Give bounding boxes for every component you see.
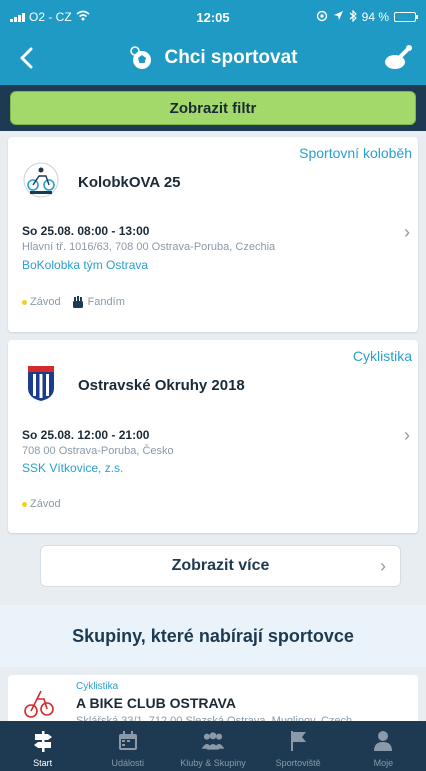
battery-percent: 94 % <box>361 10 389 24</box>
signpost-icon <box>30 728 56 754</box>
group-name: A BIKE CLUB OSTRAVA <box>76 695 236 711</box>
yellow-dot-icon <box>22 501 27 507</box>
event-title: Ostravské Okruhy 2018 <box>78 377 245 394</box>
status-bar: O2 - CZ 12:05 94 % <box>0 0 426 34</box>
kolobkova-logo-icon <box>23 162 59 198</box>
app-header: O2 - CZ 12:05 94 % Chci sportovat <box>0 0 426 85</box>
tag-cheer: Fandím <box>71 295 125 309</box>
group-category: Cyklistika <box>76 681 119 692</box>
signal-icon <box>10 12 25 22</box>
sports-icon <box>130 46 152 69</box>
event-organizer-link[interactable]: SSK Vítkovice, z.s. <box>22 461 123 475</box>
calendar-icon <box>115 728 141 754</box>
status-left: O2 - CZ <box>10 10 90 24</box>
event-title: KolobkOVA 25 <box>78 174 181 191</box>
flag-icon <box>285 728 311 754</box>
location-icon <box>333 10 344 24</box>
event-address: Hlavní tř. 1016/63, 708 00 Ostrava-Porub… <box>22 241 276 253</box>
wifi-icon <box>76 10 90 24</box>
event-tags: Závod Fandím <box>22 295 125 309</box>
chevron-right-icon: › <box>380 556 386 576</box>
show-more-label: Zobrazit více <box>171 557 270 574</box>
group-card[interactable]: Cyklistika A BIKE CLUB OSTRAVA Sklářská … <box>8 675 418 727</box>
section-title: Skupiny, které nabírají sportovce <box>72 625 354 646</box>
chevron-left-icon <box>20 47 33 69</box>
tab-venues[interactable]: Sportoviště <box>256 721 341 771</box>
tab-label: Události <box>111 758 145 768</box>
tag-label: Fandím <box>87 296 125 308</box>
back-button[interactable] <box>10 42 42 74</box>
status-right: 94 % <box>316 9 418 25</box>
tag-label: Závod <box>30 498 61 510</box>
tab-start[interactable]: Start <box>0 721 85 771</box>
battery-icon <box>394 12 418 22</box>
event-tags: Závod <box>22 498 61 510</box>
bike-club-logo-icon <box>24 690 54 718</box>
tag-race: Závod <box>22 296 61 308</box>
person-icon <box>370 728 396 754</box>
tab-mine[interactable]: Moje <box>341 721 426 771</box>
tag-label: Závod <box>30 296 61 308</box>
event-date: So 25.08. 08:00 - 13:00 <box>22 224 150 238</box>
carrier-label: O2 - CZ <box>29 10 72 24</box>
people-icon <box>200 728 226 754</box>
tab-label: Moje <box>373 758 394 768</box>
groups-section-header: Skupiny, které nabírají sportovce <box>0 605 426 667</box>
tab-events[interactable]: Události <box>85 721 170 771</box>
bluetooth-icon <box>349 9 357 25</box>
ssk-vitkovice-logo-icon <box>28 366 54 401</box>
tab-label: Start <box>33 758 53 768</box>
event-date: So 25.08. 12:00 - 21:00 <box>22 428 150 442</box>
yellow-dot-icon <box>22 299 27 305</box>
filter-bar: Zobrazit filtr <box>0 85 426 131</box>
nav-title-group: Chci sportovat <box>0 34 426 82</box>
page-title: Chci sportovat <box>164 47 298 68</box>
nav-bar: Chci sportovat <box>0 34 426 82</box>
map-pin-button[interactable] <box>380 41 416 75</box>
fan-hand-icon <box>72 296 83 308</box>
event-card[interactable]: Sportovní koloběh KolobkOVA 25 So 25.08.… <box>8 137 418 332</box>
tab-label: Kluby & Skupiny <box>180 758 246 768</box>
event-address: 708 00 Ostrava-Poruba, Česko <box>22 445 174 457</box>
chevron-right-icon: › <box>404 425 410 445</box>
tag-race: Závod <box>22 498 61 510</box>
tab-clubs-groups[interactable]: Kluby & Skupiny <box>170 721 255 771</box>
show-filter-button[interactable]: Zobrazit filtr <box>10 91 416 125</box>
rotation-lock-icon <box>316 10 328 25</box>
event-organizer-link[interactable]: BoKolobka tým Ostrava <box>22 258 148 272</box>
event-category: Cyklistika <box>352 348 412 364</box>
event-category: Sportovní koloběh <box>299 145 412 161</box>
pin-icon <box>385 45 412 69</box>
tab-bar: Start Události Kluby & Skupiny Sportoviš… <box>0 721 426 771</box>
tab-label: Sportoviště <box>275 758 321 768</box>
chevron-right-icon: › <box>404 222 410 242</box>
show-more-button[interactable]: Zobrazit více › <box>40 545 401 587</box>
event-card[interactable]: Cyklistika Ostravské Okruhy 2018 So 25.0… <box>8 340 418 533</box>
